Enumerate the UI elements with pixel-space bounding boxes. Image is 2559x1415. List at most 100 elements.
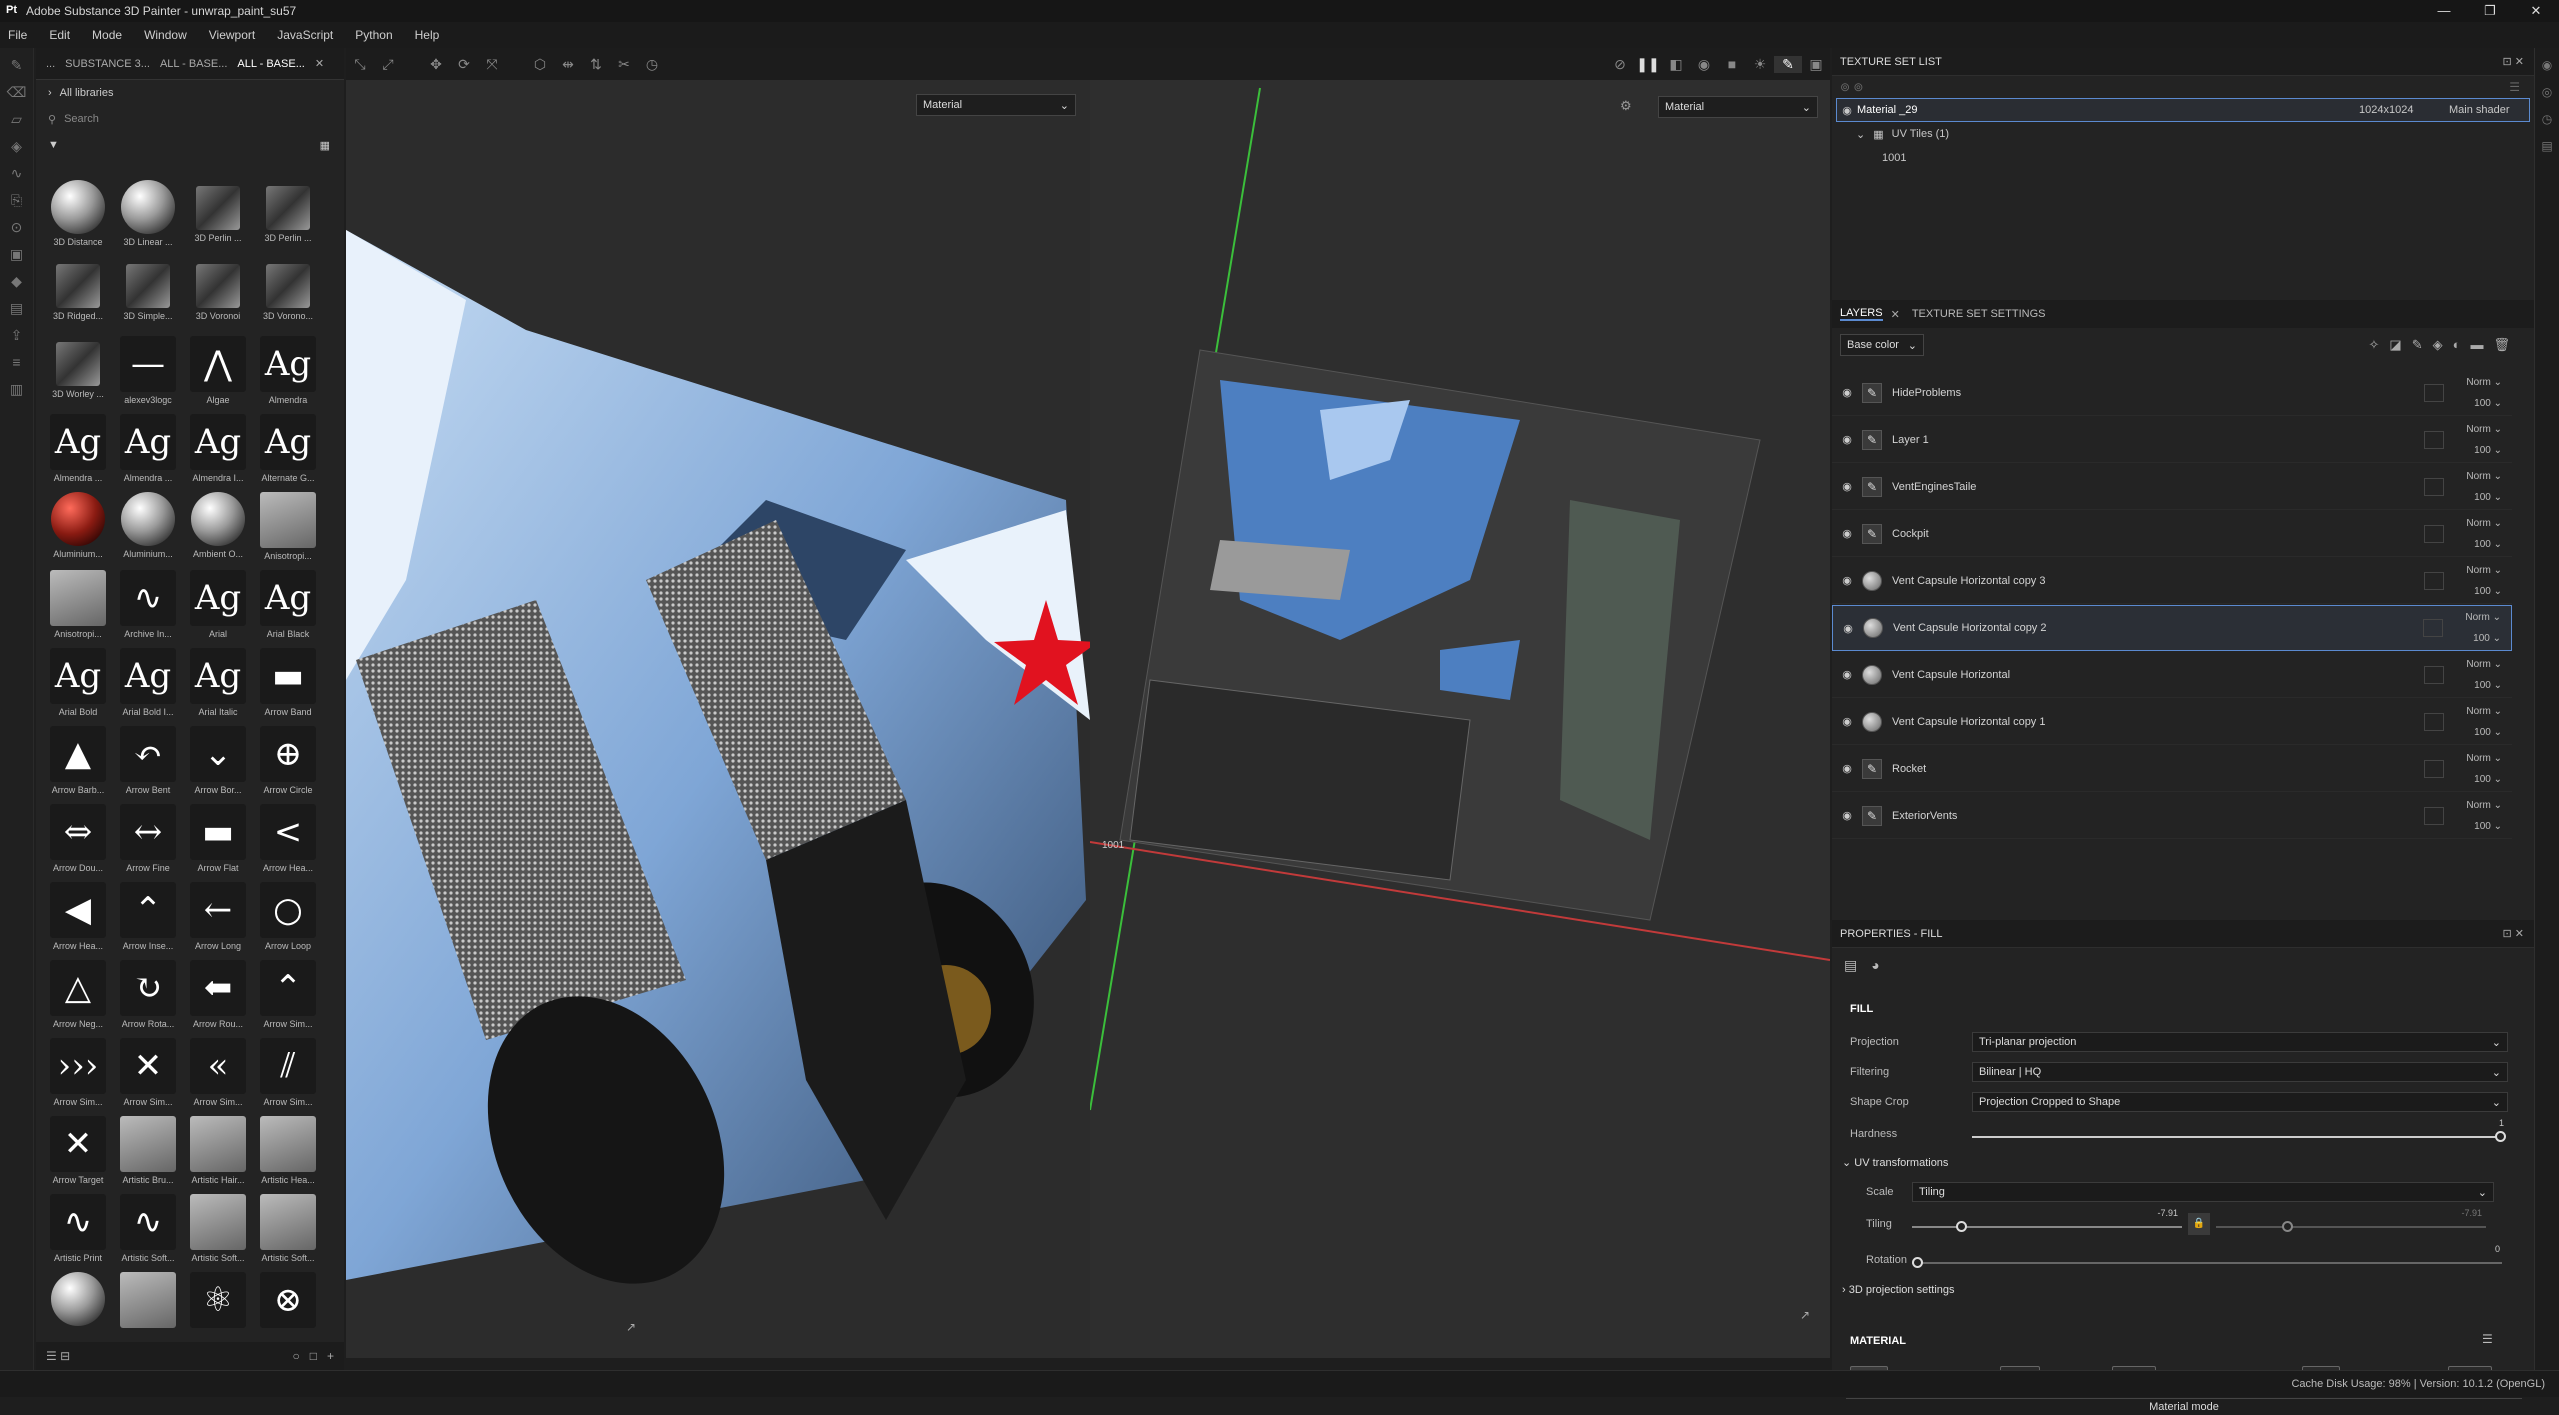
shelf-item[interactable]: 3D Worley ...: [44, 336, 112, 399]
shelf-item[interactable]: Ag Almendra: [254, 336, 322, 405]
layer-mask-thumbnail[interactable]: [2424, 524, 2444, 543]
layer-mask-thumbnail[interactable]: [2424, 759, 2444, 778]
bake-icon[interactable]: ◆: [7, 271, 27, 291]
layer-mask-thumbnail[interactable]: [2424, 477, 2444, 496]
shelf-tab-all-base-2[interactable]: ALL - BASE...: [237, 58, 304, 70]
tiling-slider[interactable]: -7.91: [1912, 1208, 2182, 1236]
snap-icon[interactable]: ✂: [610, 56, 638, 73]
shelf-item[interactable]: 3D Ridged...: [44, 258, 112, 321]
shelf-tab-all-base-1[interactable]: ALL - BASE...: [160, 58, 227, 70]
shelf-search[interactable]: ⚲ Search: [44, 108, 336, 130]
layer-row[interactable]: ◉ ✎ HideProblems Norm ⌄ 100 ⌄: [1832, 370, 2512, 416]
layer-row[interactable]: ◉ ✎ Rocket Norm ⌄ 100 ⌄: [1832, 746, 2512, 792]
shelf-item[interactable]: ⌃ Arrow Sim...: [254, 960, 322, 1029]
uv-tiles-row[interactable]: ⌄ ▦ UV Tiles (1): [1832, 122, 2534, 146]
shelf-item[interactable]: ⌄ Arrow Bor...: [184, 726, 252, 795]
menu-viewport[interactable]: Viewport: [209, 28, 255, 42]
shelf-item[interactable]: Ag Arial: [184, 570, 252, 639]
shelf-item[interactable]: Ag Arial Italic: [184, 648, 252, 717]
texture-set-material[interactable]: ◉ Material _29 1024x1024 Main shader: [1836, 98, 2530, 122]
search-input[interactable]: Search: [64, 113, 99, 125]
shelf-item[interactable]: ✕ Arrow Sim...: [114, 1038, 182, 1107]
eye-icon[interactable]: ◉: [1832, 574, 1862, 587]
add-effect-icon[interactable]: ✧: [2369, 337, 2390, 352]
shelf-item[interactable]: ✕ Arrow Target: [44, 1116, 112, 1185]
eye-icon[interactable]: ◉: [1833, 622, 1863, 635]
history-icon[interactable]: ◷: [638, 56, 666, 73]
shelf-item[interactable]: Ag Almendra ...: [114, 414, 182, 483]
projection-3d-header[interactable]: › 3D projection settings: [1842, 1284, 1955, 1296]
list-view-icon[interactable]: ☰ ⊟: [46, 1349, 70, 1363]
menu-javascript[interactable]: JavaScript: [277, 28, 333, 42]
align-icon[interactable]: ⇅: [582, 56, 610, 73]
eye-icon[interactable]: ◉: [1832, 480, 1862, 493]
eye-icon[interactable]: ◉: [1832, 668, 1862, 681]
shelf-item[interactable]: ⌃ Arrow Inse...: [114, 882, 182, 951]
shelf-item[interactable]: 3D Vorono...: [254, 258, 322, 321]
shelf-item[interactable]: Ag Arial Black: [254, 570, 322, 639]
visibility-toggle-icon[interactable]: ⊚ ⊚: [1840, 80, 1863, 94]
shelf-item[interactable]: ∿ Archive In...: [114, 570, 182, 639]
viewport-2d-mode-select[interactable]: Material ⌄: [1658, 96, 1818, 118]
scale-icon[interactable]: ⤧: [478, 56, 506, 73]
projection-select[interactable]: Tri-planar projection ⌄: [1972, 1032, 2508, 1052]
close-window-button[interactable]: ✕: [2513, 0, 2559, 22]
maximize-button[interactable]: ❐: [2467, 0, 2513, 22]
close-panel-icon[interactable]: ⊡ ✕: [2503, 55, 2525, 68]
screenshot-icon[interactable]: ▣: [1802, 56, 1830, 73]
layer-blend[interactable]: Norm ⌄ 100 ⌄: [2452, 654, 2512, 696]
eye-icon[interactable]: ◉: [1832, 386, 1862, 399]
layer-row[interactable]: ◉ Vent Capsule Horizontal copy 1 Norm ⌄ 100…: [1832, 699, 2512, 745]
circle-icon[interactable]: ○: [292, 1349, 299, 1363]
fill-properties-icon[interactable]: ▤: [1844, 957, 1857, 974]
library-selector[interactable]: › All libraries: [36, 80, 344, 106]
layer-row[interactable]: ◉ Vent Capsule Horizontal Norm ⌄ 100 ⌄: [1832, 652, 2512, 698]
shelf-item[interactable]: Artistic Hea...: [254, 1116, 322, 1185]
layer-row[interactable]: ◉ ✎ ExteriorVents Norm ⌄ 100 ⌄: [1832, 793, 2512, 839]
layer-blend[interactable]: Norm ⌄ 100 ⌄: [2452, 701, 2512, 743]
shelf-item[interactable]: ⫽ Arrow Sim...: [254, 1038, 322, 1107]
light-icon[interactable]: ☀: [1746, 56, 1774, 73]
uv-tile-row[interactable]: 1001: [1832, 146, 2534, 170]
geometry-fill-icon[interactable]: ◈: [7, 136, 27, 156]
menu-file[interactable]: File: [8, 28, 27, 42]
eraser-icon[interactable]: ⌫: [7, 82, 27, 102]
transform-icon[interactable]: ⤡: [346, 56, 374, 73]
eye-icon[interactable]: ◉: [1832, 809, 1862, 822]
layer-mask-thumbnail[interactable]: [2424, 383, 2444, 402]
layer-blend[interactable]: Norm ⌄ 100 ⌄: [2452, 560, 2512, 602]
shelf-tab-more[interactable]: ...: [46, 58, 55, 70]
uv-transformations-header[interactable]: ⌄ UV transformations: [1842, 1156, 1948, 1169]
shelf-item[interactable]: Ag Alternate G...: [254, 414, 322, 483]
material-properties-icon[interactable]: ◕: [1871, 957, 1879, 973]
shelf-item[interactable]: ↶ Arrow Bent: [114, 726, 182, 795]
rotate-icon[interactable]: ⟳: [450, 56, 478, 73]
layer-mask-thumbnail[interactable]: [2424, 430, 2444, 449]
shader-dock-icon[interactable]: ◎: [2537, 82, 2557, 102]
shelf-item[interactable]: Artistic Soft...: [184, 1194, 252, 1263]
shelf-item[interactable]: 3D Linear ...: [114, 180, 182, 247]
filtering-select[interactable]: Bilinear | HQ ⌄: [1972, 1062, 2508, 1082]
history-dock-icon[interactable]: ◷: [2537, 109, 2557, 129]
rotation-handle[interactable]: [1912, 1257, 1923, 1268]
layer-mask-thumbnail[interactable]: [2424, 571, 2444, 590]
menu-window[interactable]: Window: [144, 28, 187, 42]
shelf-item[interactable]: 3D Distance: [44, 180, 112, 247]
menu-icon[interactable]: ☰: [2509, 80, 2520, 94]
menu-python[interactable]: Python: [355, 28, 392, 42]
shelf-item[interactable]: 3D Perlin ...: [184, 180, 252, 243]
layers-shortcut-icon[interactable]: ≡: [7, 352, 27, 372]
shelf-item[interactable]: ››› Arrow Sim...: [44, 1038, 112, 1107]
shelf-item[interactable]: ○ Arrow Loop: [254, 882, 322, 951]
shelf-item[interactable]: Ag Arial Bold: [44, 648, 112, 717]
shelf-item[interactable]: [114, 1272, 182, 1328]
shelf-item[interactable]: ∿ Artistic Print: [44, 1194, 112, 1263]
tiling-slider-2[interactable]: -7.91: [2216, 1208, 2486, 1236]
layer-mask-thumbnail[interactable]: [2424, 712, 2444, 731]
layer-blend[interactable]: Norm ⌄ 100 ⌄: [2451, 607, 2511, 649]
layer-row[interactable]: ◉ ✎ VentEnginesTaile Norm ⌄ 100 ⌄: [1832, 464, 2512, 510]
shelf-item[interactable]: — alexev3logc: [114, 336, 182, 405]
shelf-item[interactable]: ⚛: [184, 1272, 252, 1328]
close-tab-icon[interactable]: ✕: [1891, 308, 1900, 321]
layer-row[interactable]: ◉ ✎ Layer 1 Norm ⌄ 100 ⌄: [1832, 417, 2512, 463]
